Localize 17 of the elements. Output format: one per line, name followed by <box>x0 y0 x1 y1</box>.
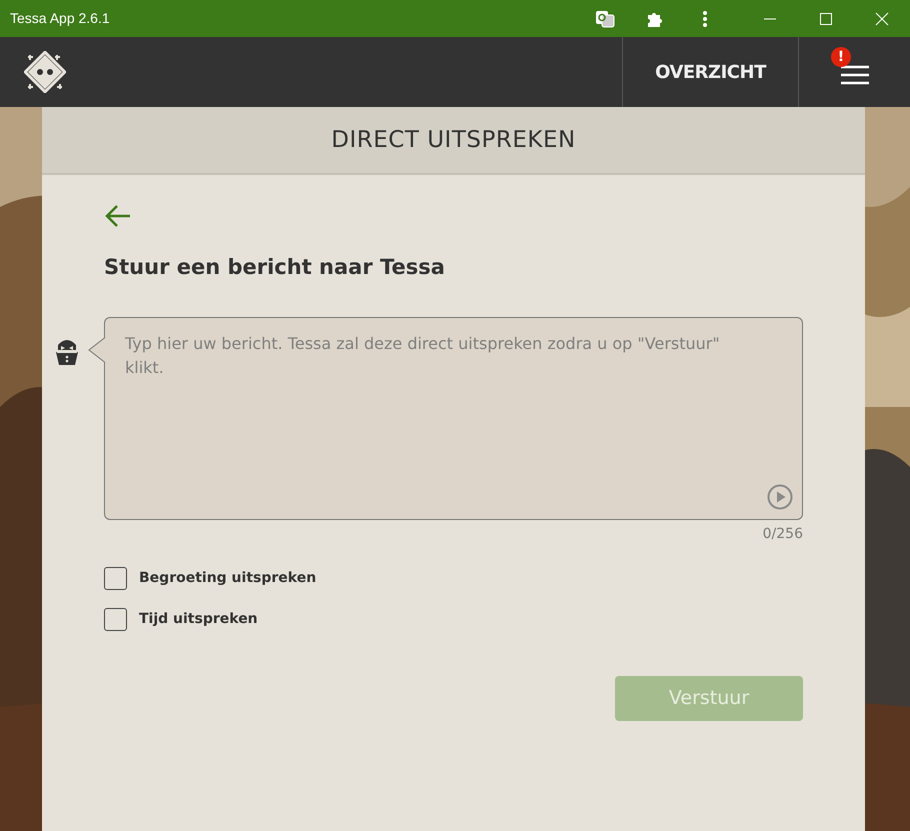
menu-icon[interactable] <box>840 65 868 85</box>
robot-avatar-icon <box>54 337 80 368</box>
window-title: Tessa App 2.6.1 <box>9 9 110 28</box>
checkbox[interactable] <box>104 608 127 632</box>
panel-title: DIRECT UITSPREKEN <box>331 126 576 155</box>
back-arrow-icon[interactable] <box>104 203 132 228</box>
checkbox-label: Tijd uitspreken <box>139 610 258 630</box>
translate-icon[interactable] <box>595 8 615 28</box>
character-counter: 0/256 <box>762 525 803 544</box>
checkbox[interactable] <box>104 567 127 590</box>
checkbox-label: Begroeting uitspreken <box>139 569 316 588</box>
robot-logo-icon[interactable] <box>24 51 66 93</box>
page-heading: Stuur een bericht naar Tessa <box>104 254 446 281</box>
alert-badge: ! <box>831 47 851 67</box>
more-icon[interactable] <box>702 10 708 28</box>
speech-pointer-icon <box>88 337 105 364</box>
message-field[interactable]: Typ hier uw bericht. Tessa zal deze direct uitspreken zodra u op "Verstuur" klikt. <box>104 317 803 520</box>
